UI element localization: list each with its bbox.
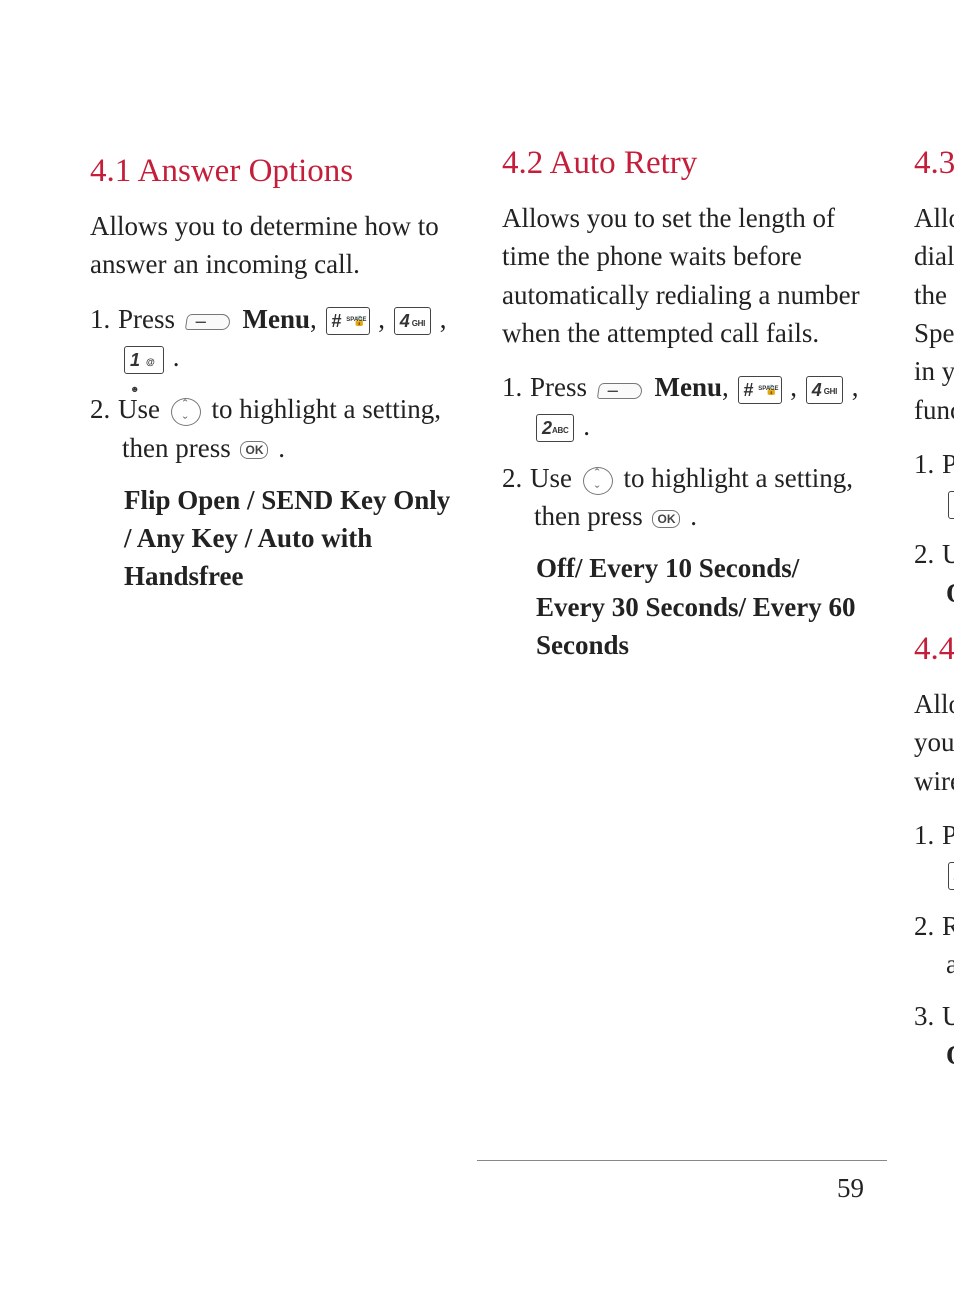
section-intro: Allows you to set the length of time the…: [502, 199, 864, 352]
ok-key-icon: OK: [652, 510, 680, 528]
section-title: 4.3 One-Touch Dial: [914, 140, 954, 187]
section-s42: 4.2 Auto Retry Allows you to set the leng…: [502, 140, 864, 664]
step-number: 1.: [90, 300, 118, 338]
step-number: 3.: [914, 997, 942, 1035]
list-item: 1.Press Menu, 🔒SPACE , , .: [502, 368, 864, 445]
step-text: Use: [942, 539, 954, 569]
nav-up-down-icon: [171, 398, 201, 426]
page-number: 59: [837, 1169, 864, 1207]
list-item: 1.Press Menu, 🔒SPACE , , .: [914, 445, 954, 522]
section-s41: 4.1 Answer Options Allows you to determin…: [90, 148, 452, 596]
list-item: 2.Use to highlight a setting, then press…: [502, 459, 864, 536]
step-text: Press: [942, 820, 954, 850]
key-3-def-icon: [948, 491, 954, 519]
step-text: Use: [942, 1001, 954, 1031]
step-text: Use: [530, 463, 579, 493]
step-list: 1.Press Menu, 🔒SPACE , , . 2.Use to highl…: [502, 368, 864, 535]
options-list: Flip Open / SEND Key Only / Any Key / Au…: [124, 481, 452, 596]
section-intro: Allows you to use features on your phone…: [914, 685, 954, 800]
section-title: 4.4 Airplane Mode: [914, 626, 954, 673]
key-4-ghi-icon: [806, 376, 843, 404]
step-number: 2.: [502, 459, 530, 497]
step-number: 2.: [914, 535, 942, 573]
left-softkey-icon: [186, 310, 232, 332]
section-intro: Allows you to determine how to answer an…: [90, 207, 452, 284]
step-text: Read the displayed message and press: [942, 911, 954, 979]
list-item: 1.Press Menu, 🔒SPACE , , .: [914, 816, 954, 893]
step-text: Press: [942, 449, 954, 479]
ok-key-icon: OK: [240, 441, 268, 459]
list-item: 3.Use to highlight On or Off, then press…: [914, 997, 954, 1074]
step-text: Press: [530, 372, 594, 402]
section-s43: 4.3 One-Touch Dial Allows you to initiate…: [914, 140, 954, 612]
menu-label: Menu: [655, 372, 723, 402]
step-number: 2.: [914, 907, 942, 945]
menu-label: Menu: [243, 304, 311, 334]
step-number: 2.: [90, 390, 118, 428]
list-item: 2.Use to highlight a setting, then press…: [90, 390, 452, 467]
step-number: 1.: [914, 816, 942, 854]
step-number: 1.: [502, 368, 530, 406]
step-text: Press: [118, 304, 182, 334]
key-1-icon: @ ☻: [124, 346, 164, 374]
divider: [477, 1160, 887, 1161]
step-list: 1.Press Menu, 🔒SPACE , , . 2.Use to highl…: [914, 445, 954, 612]
section-s44: 4.4 Airplane Mode Allows you to use featu…: [914, 626, 954, 1074]
step-text: Use: [118, 394, 167, 424]
step-list: 1.Press Menu, 🔒SPACE , , . 2.Read the dis…: [914, 816, 954, 1074]
list-item: 1.Press Menu, 🔒SPACE , , @ ☻ .: [90, 300, 452, 377]
section-title: 4.1 Answer Options: [90, 148, 452, 195]
hash-space-key-icon: 🔒SPACE: [738, 376, 782, 404]
list-item: 2.Read the displayed message and press t…: [914, 907, 954, 984]
section-intro: Allows you to initiate a speed dial call…: [914, 199, 954, 429]
step-list: 1.Press Menu, 🔒SPACE , , @ ☻ . 2.Use to h…: [90, 300, 452, 467]
option-off: Off: [946, 578, 954, 608]
section-title: 4.2 Auto Retry: [502, 140, 864, 187]
nav-up-down-icon: [583, 467, 613, 495]
list-item: 2.Use to highlight On or Off, then press…: [914, 535, 954, 612]
option-off: Off: [946, 1040, 954, 1070]
key-4-ghi-icon: [394, 307, 431, 335]
key-4-ghi-icon: [948, 862, 954, 890]
options-list: Off/ Every 10 Seconds/ Every 30 Seconds/…: [536, 549, 864, 664]
key-2-abc-icon: [536, 414, 574, 442]
left-softkey-icon: [598, 379, 644, 401]
step-number: 1.: [914, 445, 942, 483]
hash-space-key-icon: 🔒SPACE: [326, 307, 370, 335]
